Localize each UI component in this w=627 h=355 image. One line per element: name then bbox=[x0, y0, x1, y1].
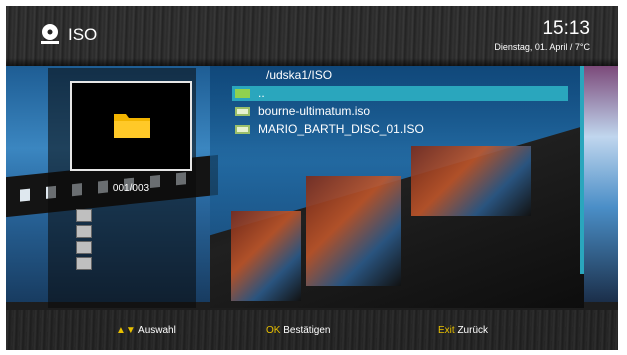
scrollbar[interactable] bbox=[580, 66, 584, 274]
folder-up-icon bbox=[235, 89, 250, 98]
right-artwork bbox=[584, 66, 618, 302]
list-item-label: .. bbox=[258, 86, 265, 100]
clock: 15:13 bbox=[542, 18, 590, 39]
film-frame-3 bbox=[411, 146, 531, 216]
nav-hint[interactable]: ▲▼ Auswahl bbox=[116, 325, 176, 336]
page-title: ISO bbox=[68, 25, 98, 44]
mail-icon bbox=[76, 209, 92, 222]
item-counter: 001/003 bbox=[112, 183, 150, 194]
ok-hint[interactable]: OK Bestätigen bbox=[266, 325, 331, 336]
monitor-icon bbox=[76, 241, 92, 254]
header-bar: ISO 15:13 Dienstag, 01. April / 7°C bbox=[6, 6, 618, 66]
exit-hint[interactable]: Exit Zurück bbox=[438, 325, 488, 336]
file-icon bbox=[235, 125, 250, 134]
disc-icon bbox=[41, 24, 59, 44]
media-player-screen: ISO 15:13 Dienstag, 01. April / 7°C /uds… bbox=[6, 6, 618, 350]
film-frame-1 bbox=[231, 211, 301, 301]
list-item-label: bourne-ultimatum.iso bbox=[258, 104, 371, 118]
preview-box bbox=[70, 81, 192, 171]
date-weather: Dienstag, 01. April / 7°C bbox=[494, 42, 590, 52]
nav-arrows-icon: ▲▼ bbox=[116, 325, 136, 336]
current-path: /udska1/ISO bbox=[266, 68, 333, 82]
list-item[interactable]: .. bbox=[232, 86, 568, 101]
ok-label: Bestätigen bbox=[283, 325, 331, 336]
list-item[interactable]: MARIO_BARTH_DISC_01.ISO bbox=[232, 122, 568, 137]
picture-icon bbox=[76, 257, 92, 270]
filter-icon-stack bbox=[76, 209, 92, 273]
folder-icon bbox=[114, 114, 150, 138]
nav-label: Auswahl bbox=[138, 325, 176, 336]
list-item[interactable]: bourne-ultimatum.iso bbox=[232, 104, 568, 119]
file-icon bbox=[235, 107, 250, 116]
exit-label: Zurück bbox=[457, 325, 489, 336]
film-frame-2 bbox=[306, 176, 401, 286]
list-item-label: MARIO_BARTH_DISC_01.ISO bbox=[258, 122, 424, 136]
person-icon bbox=[76, 225, 92, 238]
exit-key: Exit bbox=[438, 325, 455, 336]
ok-key: OK bbox=[266, 325, 281, 336]
